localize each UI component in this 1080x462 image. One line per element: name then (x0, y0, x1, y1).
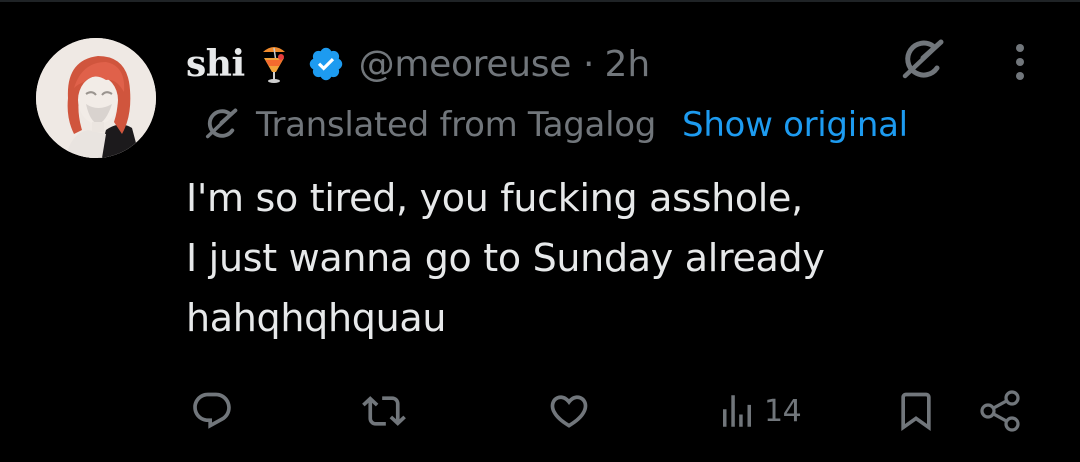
more-options-icon[interactable] (1000, 40, 1040, 84)
display-name[interactable]: shi (186, 43, 245, 85)
heart-icon (550, 395, 588, 428)
tweet-text: I'm so tired, you fucking asshole, I jus… (186, 168, 1046, 348)
translation-notice: Translated from Tagalog Show original (200, 100, 908, 150)
tropical-drink-icon (259, 42, 289, 86)
tweet-header: shi @meoreuse · 2h (186, 36, 650, 92)
grok-translate-icon (200, 105, 240, 145)
avatar-image (36, 38, 156, 158)
reply-button[interactable] (190, 388, 234, 434)
views-icon (723, 395, 751, 427)
top-divider (0, 0, 1080, 2)
tweet-text-line: I just wanna go to Sunday already (186, 236, 825, 280)
separator-dot: · (583, 43, 595, 85)
show-original-link[interactable]: Show original (682, 105, 908, 145)
timestamp[interactable]: 2h (605, 44, 651, 85)
share-icon (980, 390, 1020, 432)
like-button[interactable] (546, 388, 592, 434)
bookmark-button[interactable] (894, 388, 938, 434)
views-count: 14 (764, 393, 802, 429)
user-handle[interactable]: @meoreuse (359, 44, 572, 85)
views-button[interactable]: 14 (716, 388, 802, 434)
tweet-text-line: hahqhqhquau (186, 296, 447, 340)
avatar[interactable] (36, 38, 156, 158)
retweet-icon (362, 396, 406, 426)
translated-label: Translated from Tagalog (256, 105, 657, 145)
share-button[interactable] (978, 388, 1024, 434)
reply-icon (193, 392, 231, 429)
grok-icon[interactable] (895, 36, 947, 86)
verified-badge-icon[interactable] (307, 45, 345, 83)
bookmark-icon (901, 392, 931, 432)
retweet-button[interactable] (360, 388, 408, 434)
tweet-text-line: I'm so tired, you fucking asshole, (186, 176, 803, 220)
